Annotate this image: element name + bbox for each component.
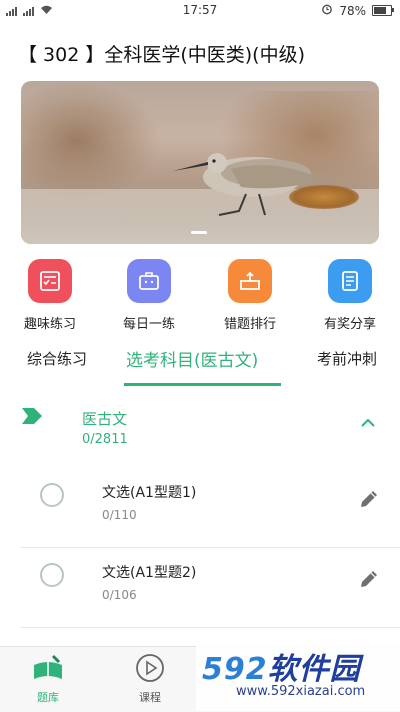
tab-bar: 综合练习 选考科目(医古文) 考前冲刺: [0, 340, 400, 388]
section-count: 0/2811: [82, 432, 128, 447]
flag-icon: [22, 408, 42, 424]
bird-image: [173, 153, 331, 216]
nav-label: 题库: [37, 691, 59, 704]
ranking-icon: [228, 259, 272, 303]
item-title: 文选(A1型题1): [102, 485, 197, 501]
pencil-icon[interactable]: [358, 488, 380, 510]
divider: [20, 547, 400, 548]
briefcase-icon: [127, 259, 171, 303]
book-pen-icon: [34, 654, 62, 679]
status-right: 78%: [321, 3, 394, 18]
item-title: 文选(A1型题2): [102, 565, 197, 581]
watermark-brand: 592软件园: [202, 652, 361, 687]
quick-action-label: 错题排行: [223, 317, 276, 332]
notebook-icon: [328, 259, 372, 303]
page-title: 【 302 】全科医学(中医类)(中级): [18, 44, 305, 66]
battery-icon: [372, 5, 394, 16]
chevron-up-icon[interactable]: [360, 418, 376, 428]
progress-circle: [40, 483, 64, 507]
quick-action-label: 有奖分享: [323, 317, 376, 332]
nav-question-bank[interactable]: 题库: [18, 653, 78, 705]
quick-action-error-ranking[interactable]: 错题排行: [210, 259, 290, 332]
status-bar: 17:57 78%: [0, 0, 400, 22]
item-count: 0/110: [102, 508, 137, 522]
quick-action-share-reward[interactable]: 有奖分享: [310, 259, 390, 332]
section-header[interactable]: 医古文 0/2811: [0, 396, 400, 456]
battery-percent: 78%: [339, 3, 366, 18]
watermark: 592软件园 www.592xiazai.com: [196, 638, 400, 711]
pencil-icon[interactable]: [358, 568, 380, 590]
tab-elective[interactable]: 选考科目(医古文): [126, 346, 258, 371]
nav-label: 课程: [139, 691, 161, 704]
tab-pre-exam[interactable]: 考前冲刺: [317, 348, 377, 369]
quick-action-label: 每日一练: [122, 317, 175, 332]
play-circle-icon: [136, 654, 164, 682]
alarm-icon: [321, 3, 333, 18]
section-title: 医古文: [82, 410, 128, 428]
carousel-indicator[interactable]: [191, 231, 207, 234]
tab-comprehensive[interactable]: 综合练习: [27, 348, 87, 369]
quick-action-fun-practice[interactable]: 趣味练习: [10, 259, 90, 332]
watermark-url: www.592xiazai.com: [236, 684, 366, 699]
quick-actions: 趣味练习 每日一练 错题排行 有奖分享: [0, 259, 400, 332]
nav-course[interactable]: 课程: [120, 653, 180, 705]
tab-underline: [124, 383, 281, 386]
list-item[interactable]: 文选(A1型题1) 0/110: [0, 470, 400, 548]
divider: [20, 627, 400, 628]
quick-action-daily-practice[interactable]: 每日一练: [109, 259, 189, 332]
quick-action-label: 趣味练习: [23, 317, 76, 332]
checklist-icon: [28, 259, 72, 303]
banner-carousel[interactable]: [21, 81, 379, 244]
item-count: 0/106: [102, 588, 137, 602]
progress-circle: [40, 563, 64, 587]
list-item[interactable]: 文选(A1型题2) 0/106: [0, 550, 400, 628]
